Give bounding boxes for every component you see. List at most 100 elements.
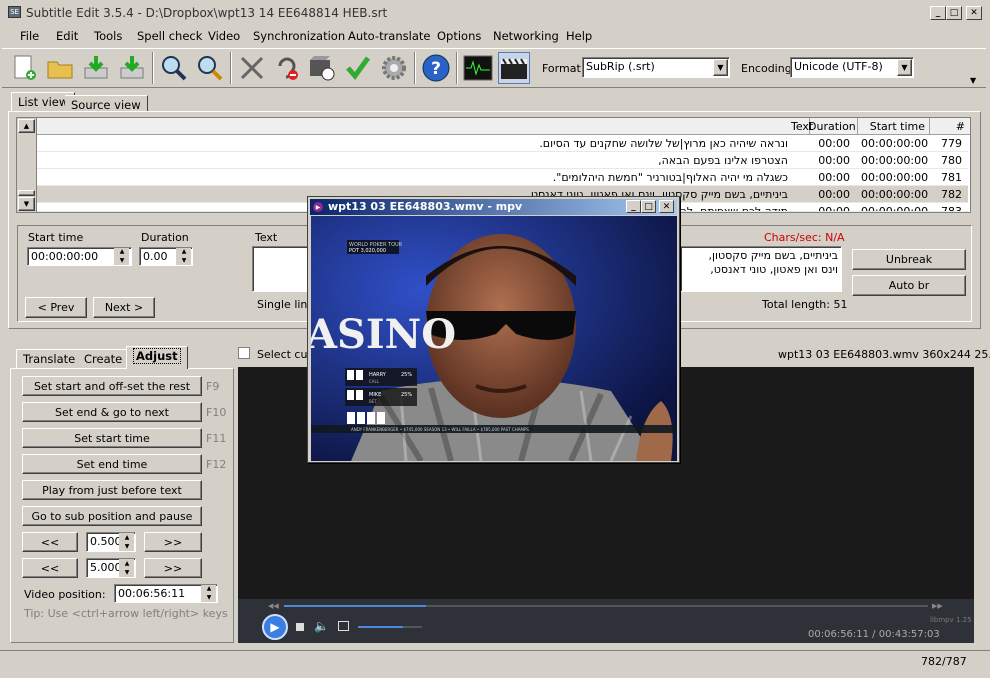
- adjust-button-6[interactable]: Go to sub position and pause: [22, 506, 202, 526]
- menu-bar: File Edit Tools Spell check Video Synchr…: [0, 26, 990, 46]
- video-position-spinner[interactable]: ▲ ▼: [201, 585, 216, 602]
- small-back-button[interactable]: <<: [22, 532, 78, 552]
- stop-icon[interactable]: [296, 623, 304, 631]
- small-forward-button[interactable]: >>: [144, 532, 202, 552]
- big-step-spinner[interactable]: ▲ ▼: [119, 559, 134, 577]
- select-current-checkbox[interactable]: [238, 347, 250, 359]
- unbreak-button[interactable]: Unbreak: [852, 249, 966, 270]
- menu-spell-check[interactable]: Spell check: [137, 29, 202, 43]
- mpv-maximize-icon[interactable]: □: [641, 200, 656, 213]
- minimize-icon[interactable]: _: [930, 6, 946, 20]
- play-button[interactable]: ▶: [262, 614, 288, 640]
- row-number: 781: [941, 171, 962, 184]
- mpv-minimize-icon[interactable]: _: [626, 200, 641, 213]
- adjust-button-4[interactable]: Set end time: [22, 454, 202, 474]
- mpv-close-icon[interactable]: ✕: [659, 200, 674, 213]
- menu-file[interactable]: File: [20, 29, 39, 43]
- save-icon[interactable]: [80, 52, 112, 84]
- format-select[interactable]: SubRip (.srt): [582, 57, 730, 78]
- chars-sec-label: Chars/sec: N/A: [764, 231, 845, 244]
- header-duration[interactable]: Duration: [808, 120, 856, 133]
- mpv-video-frame[interactable]: ASINO WORLD POKER TOUR POT 3,020,000 HAR…: [311, 216, 677, 461]
- new-file-icon[interactable]: [8, 52, 40, 84]
- poker-player-frame: ASINO WORLD POKER TOUR POT 3,020,000 HAR…: [311, 216, 677, 461]
- big-back-button[interactable]: <<: [22, 558, 78, 578]
- casino-text: ASINO: [311, 311, 456, 358]
- fullscreen-icon[interactable]: [338, 621, 349, 631]
- row-number: 782: [941, 188, 962, 201]
- fix-errors-icon[interactable]: [236, 52, 268, 84]
- auto-br-button[interactable]: Auto br: [852, 275, 966, 296]
- player2-pct: 25%: [401, 392, 412, 398]
- waveform-icon[interactable]: [462, 52, 494, 84]
- video-player-icon[interactable]: [498, 52, 530, 84]
- encoding-select[interactable]: Unicode (UTF-8): [790, 57, 914, 78]
- menu-help[interactable]: Help: [566, 29, 592, 43]
- menu-options[interactable]: Options: [437, 29, 481, 43]
- volume-slider[interactable]: [358, 626, 422, 628]
- grid-header: Text Duration Start time #: [17, 118, 970, 135]
- visual-sync-icon[interactable]: [306, 52, 338, 84]
- duration-spinner[interactable]: ▲ ▼: [176, 248, 191, 265]
- tab-source-view[interactable]: Source view: [65, 95, 148, 112]
- subtitle-text-area[interactable]: ביניתיים, בשם מייק סקסטון, וינס ואן פאטון…: [680, 246, 842, 292]
- spell-check-icon[interactable]: [342, 52, 374, 84]
- prev-button[interactable]: < Prev: [25, 297, 87, 318]
- encoding-dropdown-icon[interactable]: ▼: [897, 59, 912, 76]
- adjust-button-3[interactable]: Set start time: [22, 428, 202, 448]
- menu-auto-translate[interactable]: Auto-translate: [348, 29, 430, 43]
- grid-scrollbar[interactable]: ▲ ▼: [17, 118, 37, 212]
- settings-icon[interactable]: [378, 52, 410, 84]
- close-icon[interactable]: ✕: [966, 6, 982, 20]
- adjust-button-2[interactable]: Set end & go to next: [22, 402, 202, 422]
- mpv-ticker: ANDY FRANKENBERGER • $745,000 SEASON 13 …: [351, 427, 529, 432]
- tab-adjust[interactable]: Adjust: [126, 346, 188, 369]
- hearing-impaired-icon[interactable]: [270, 52, 302, 84]
- table-row[interactable]: ונראה שיהיה כאן מרוץ|של שלושה שחקנים עד …: [37, 135, 968, 152]
- scroll-down-icon[interactable]: ▼: [18, 197, 35, 211]
- toolbar-overflow-icon[interactable]: ▼: [970, 76, 976, 85]
- format-dropdown-icon[interactable]: ▼: [713, 59, 728, 76]
- small-step-spinner[interactable]: ▲ ▼: [119, 533, 134, 551]
- seek-bar[interactable]: [284, 605, 928, 607]
- adjust-button-1[interactable]: Set start and off-set the rest: [22, 376, 202, 396]
- table-row[interactable]: הצטרפו אלינו בפעם הבאה, 00:00 00:00:00:00 7…: [37, 152, 968, 169]
- row-start-time: 00:00:00:00: [861, 137, 929, 150]
- maximize-icon[interactable]: □: [946, 6, 962, 20]
- header-start-time[interactable]: Start time: [859, 120, 925, 133]
- header-number[interactable]: #: [931, 120, 965, 133]
- start-time-label: Start time: [28, 231, 84, 244]
- text-editor-left[interactable]: [252, 246, 312, 292]
- menu-edit[interactable]: Edit: [56, 29, 78, 43]
- total-length-label: Total length: 51: [762, 298, 848, 311]
- mpv-window[interactable]: ▶ wpt13 03 EE648803.wmv - mpv _ □ ✕ ASIN…: [307, 196, 680, 463]
- replace-icon[interactable]: [194, 52, 226, 84]
- menu-synchronization[interactable]: Synchronization: [253, 29, 345, 43]
- table-row[interactable]: כשגלה מי יהיה האלוף|בטורניר "חמשת היהלומ…: [37, 169, 968, 186]
- start-time-spinner[interactable]: ▲ ▼: [114, 248, 129, 265]
- seek-forward-icon[interactable]: ▶▶: [932, 602, 943, 610]
- scroll-thumb[interactable]: [18, 190, 35, 196]
- lib-version: libmpv 1.25: [930, 616, 972, 624]
- player2-name: MIKE: [369, 392, 381, 398]
- adjust-button-5[interactable]: Play from just before text: [22, 480, 202, 500]
- menu-networking[interactable]: Networking: [493, 29, 559, 43]
- menu-tools[interactable]: Tools: [94, 29, 122, 43]
- menu-video[interactable]: Video: [208, 29, 240, 43]
- text-label: Text: [255, 231, 278, 244]
- save-as-icon[interactable]: [116, 52, 148, 84]
- row-number: 780: [941, 154, 962, 167]
- volume-icon[interactable]: 🔈: [314, 619, 329, 633]
- seek-back-icon[interactable]: ◀◀: [268, 602, 279, 610]
- next-button[interactable]: Next >: [93, 297, 155, 318]
- find-icon[interactable]: [158, 52, 190, 84]
- scroll-up-icon[interactable]: ▲: [18, 119, 35, 133]
- row-duration: 00:00: [818, 188, 850, 201]
- open-folder-icon[interactable]: [44, 52, 76, 84]
- help-icon[interactable]: ?: [420, 52, 452, 84]
- big-forward-button[interactable]: >>: [144, 558, 202, 578]
- tab-translate[interactable]: Translate: [16, 349, 83, 368]
- shortcut-key: F12: [206, 458, 227, 471]
- shortcut-key: F10: [206, 406, 227, 419]
- tab-create[interactable]: Create: [78, 349, 130, 368]
